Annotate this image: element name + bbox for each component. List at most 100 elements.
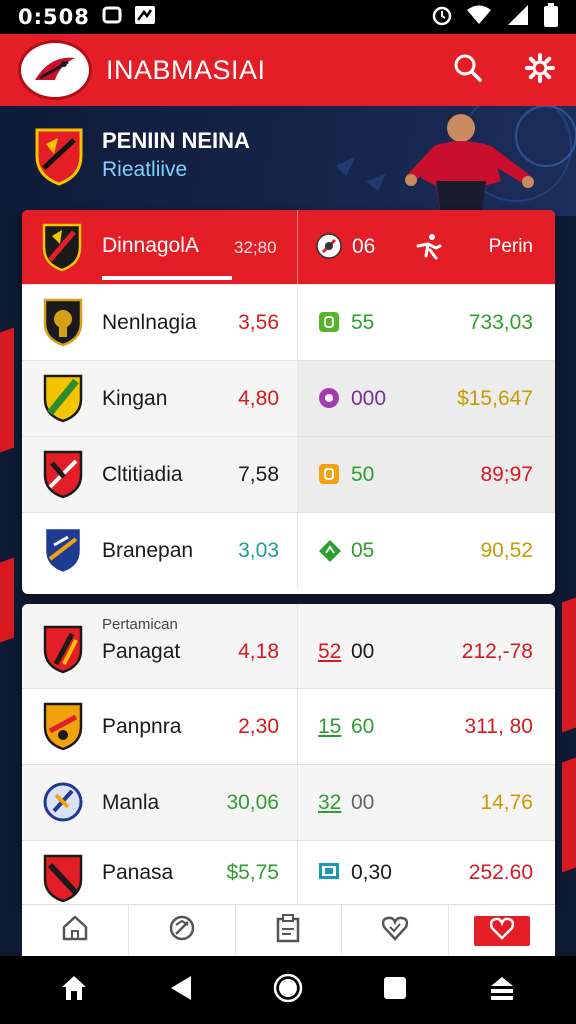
table-row[interactable]: Cltitiadia 7,58 50 89;97: [22, 436, 555, 512]
stat-value: 60: [351, 715, 375, 738]
app-logo: [18, 40, 92, 100]
signal-icon: [506, 4, 530, 31]
tab-matches[interactable]: [129, 905, 236, 956]
row-stats-pane: 05 90,52: [297, 513, 555, 588]
row-team-pane: Panasa $5,75: [22, 841, 297, 904]
system-nav-bar: [0, 956, 576, 1024]
status-time: 0:508: [18, 5, 90, 29]
heart-active-icon: [489, 916, 515, 945]
team-crest: [42, 853, 84, 904]
team-name: Branepan: [102, 539, 194, 562]
stat-value: 0,30: [351, 861, 392, 884]
hero-subtitle: Rieatliive: [102, 158, 188, 181]
app-title: INABMASIAI: [106, 54, 266, 85]
table-row[interactable]: Panpnra 2,30 15 60 311, 80: [22, 688, 555, 764]
row-stats-pane: 15 60 311, 80: [297, 689, 555, 764]
table-row[interactable]: Panasa $5,75 0,30 252.60: [22, 840, 555, 904]
stat-value: 00: [351, 640, 375, 663]
team-crest: [42, 701, 84, 756]
odds-value[interactable]: 2,30: [238, 715, 279, 739]
app-bar: INABMASIAI: [0, 34, 576, 106]
row-stats-pane: 55 733,03: [297, 285, 555, 360]
nav-menu-button[interactable]: [482, 970, 522, 1010]
stat-total: 212,-78: [461, 640, 533, 663]
table-row[interactable]: Kingan 4,80 000 $15,647: [22, 360, 555, 436]
team-crest: [42, 449, 84, 504]
stat-total: $15,647: [457, 387, 533, 410]
team-crest: [42, 222, 82, 277]
team-crest: [42, 624, 84, 679]
stat-value: 000: [351, 387, 387, 410]
odds-table: DinnagolA 32;80 06 Perin Nenlnagia 3,56 …: [22, 210, 555, 594]
table-row[interactable]: Manla 30,06 32 00 14,76: [22, 764, 555, 840]
tab-bets[interactable]: [236, 905, 343, 956]
diamond-icon: [318, 539, 342, 568]
row-team-pane: Kingan 4,80: [22, 361, 297, 436]
square-icon: [318, 463, 340, 490]
table-row[interactable]: Nenlnagia 3,56 55 733,03: [22, 284, 555, 360]
player-image: [316, 106, 576, 216]
active-tab: [474, 915, 531, 946]
stat-total: 14,76: [480, 791, 533, 814]
table-row[interactable]: Pertamican Panagat 4,18 52 00 212,-78: [22, 604, 555, 688]
odds-value[interactable]: 4,80: [238, 387, 279, 411]
odds-value[interactable]: 3,56: [238, 311, 279, 335]
stat-total: 252.60: [468, 861, 533, 884]
status-bar: 0:508: [0, 0, 576, 34]
nav-home-button[interactable]: [54, 970, 94, 1010]
nav-recents-button[interactable]: [375, 970, 415, 1010]
row-team-pane: Pertamican Panagat 4,18: [22, 604, 297, 688]
divider: [297, 210, 298, 284]
gear-icon: [524, 52, 556, 89]
tab-home[interactable]: [22, 905, 129, 956]
odds-value[interactable]: $5,75: [226, 861, 279, 885]
screen-icon: [318, 861, 340, 888]
row-team-pane: Branepan 3,03: [22, 513, 297, 588]
nav-back-button[interactable]: [161, 970, 201, 1010]
header-team-tab[interactable]: DinnagolA: [102, 234, 199, 258]
search-icon: [453, 53, 483, 88]
home-icon: [60, 974, 88, 1007]
team-crest: [42, 373, 84, 428]
row-stats-pane: 50 89;97: [297, 437, 555, 512]
football-icon: [315, 232, 343, 265]
decor-stripe: [562, 757, 576, 873]
back-icon: [169, 975, 193, 1006]
odds-value[interactable]: 4,18: [238, 640, 279, 664]
active-tab-indicator: [102, 276, 232, 280]
team-crest: [42, 297, 84, 352]
header-label[interactable]: Perin: [489, 236, 533, 258]
search-button[interactable]: [450, 52, 486, 88]
row-team-pane: Manla 30,06: [22, 765, 297, 840]
row-stats-pane: 0,30 252.60: [297, 841, 555, 904]
clipboard-icon: [102, 5, 122, 30]
table-row[interactable]: Branepan 3,03 05 90,52: [22, 512, 555, 588]
settings-button[interactable]: [522, 52, 558, 88]
row-team-pane: Cltitiadia 7,58: [22, 437, 297, 512]
bottom-tab-bar: [22, 904, 555, 956]
nav-overview-button[interactable]: [268, 970, 308, 1010]
team-name: Manla: [102, 791, 160, 814]
battery-icon: [544, 2, 558, 32]
row-stats-pane: 32 00 14,76: [297, 765, 555, 840]
stat-total: 311, 80: [464, 715, 533, 738]
odds-value[interactable]: 30,06: [226, 791, 279, 815]
team-name: Panasa: [102, 861, 174, 884]
decor-stripe: [0, 327, 14, 453]
team-name: Panagat: [102, 640, 181, 663]
stat-prefix: 32: [318, 791, 342, 814]
team-name: Nenlnagia: [102, 311, 197, 334]
team-crest: [42, 525, 84, 580]
menu-icon: [488, 974, 516, 1007]
wifi-icon: [466, 5, 492, 30]
image-icon: [134, 5, 156, 30]
team-name: Cltitiadia: [102, 463, 183, 486]
odds-value[interactable]: 7,58: [238, 463, 279, 487]
tab-profile[interactable]: [449, 905, 555, 956]
stat-prefix: 15: [318, 715, 342, 738]
hero-banner: PENIIN NEINA Rieatliive: [0, 106, 576, 216]
home-icon: [60, 913, 90, 948]
row-stats-pane: 000 $15,647: [297, 361, 555, 436]
odds-value[interactable]: 3,03: [238, 539, 279, 563]
tab-favorites[interactable]: [342, 905, 450, 956]
